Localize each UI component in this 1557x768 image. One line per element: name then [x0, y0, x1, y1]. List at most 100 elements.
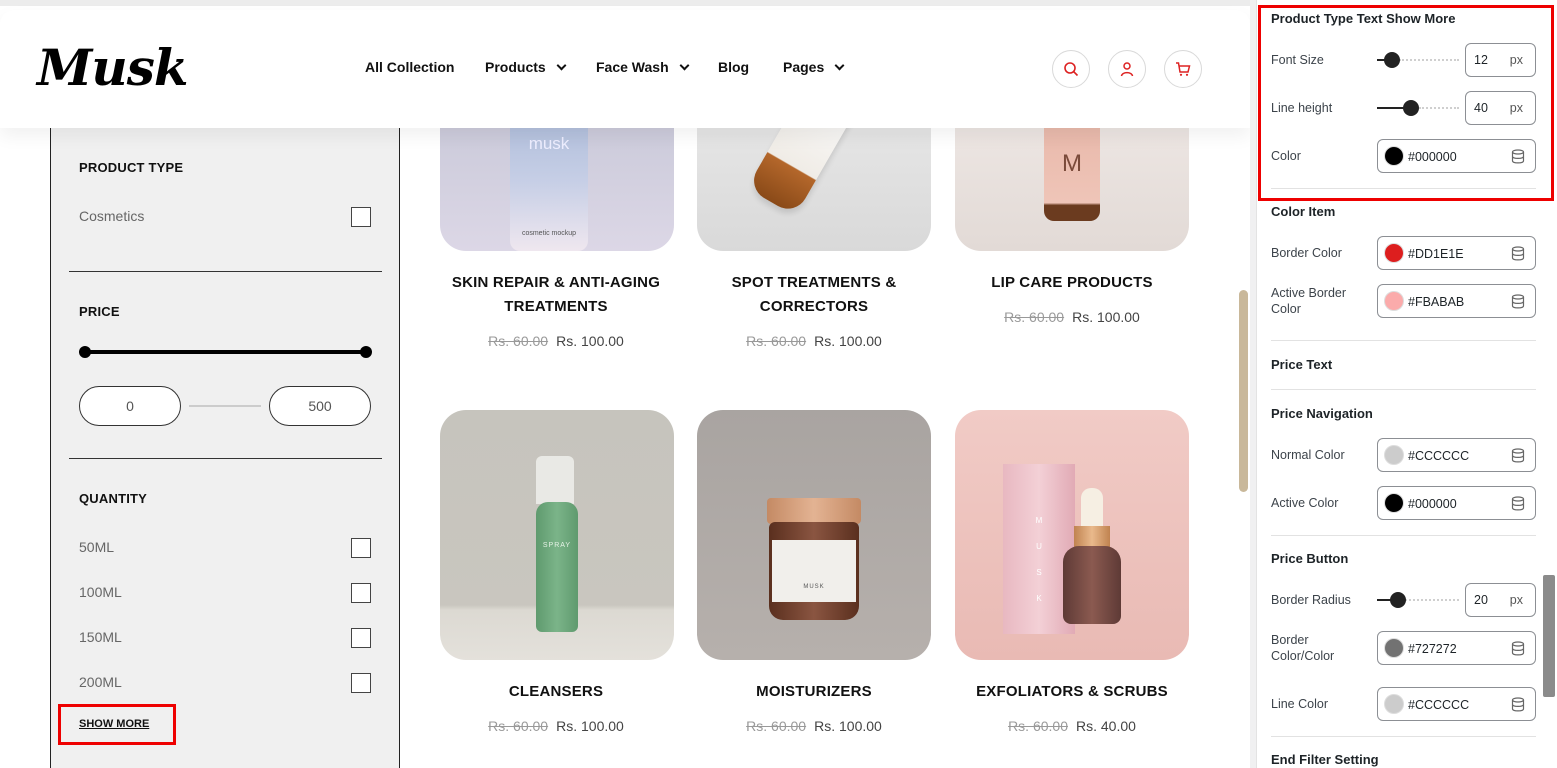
quantity-50ml-checkbox[interactable]	[351, 538, 371, 558]
quantity-200ml-checkbox[interactable]	[351, 673, 371, 693]
nav-all-collection[interactable]: All Collection	[365, 59, 454, 75]
site-header: Musk All Collection Products Face Wash B…	[0, 10, 1250, 128]
jar-lid-graphic	[767, 498, 861, 524]
color-label: Color	[1271, 149, 1301, 163]
jar-label: MUSK	[772, 540, 856, 602]
cosmetics-checkbox[interactable]	[351, 207, 371, 227]
border-radius-slider[interactable]	[1377, 592, 1459, 608]
product-name[interactable]: SPOT TREATMENTS & CORRECTORS	[689, 271, 939, 319]
database-icon[interactable]	[1511, 294, 1525, 309]
nav-blog[interactable]: Blog	[718, 59, 749, 75]
database-icon[interactable]	[1511, 448, 1525, 463]
slider-knob[interactable]	[1384, 52, 1400, 68]
current-price: Rs. 100.00	[1072, 309, 1140, 325]
preview-top-bar	[0, 0, 1250, 6]
bottle-label: SPRAY	[542, 542, 572, 549]
divider	[1271, 389, 1536, 390]
normal-color-picker[interactable]: #CCCCCC	[1377, 438, 1536, 472]
nav-products[interactable]: Products	[485, 59, 567, 75]
pump-graphic	[536, 456, 574, 504]
color-hex: #727272	[1408, 642, 1457, 656]
font-size-label: Font Size	[1271, 53, 1324, 67]
bottle-caption: cosmetic mockup	[521, 230, 577, 237]
box-letters: M U S K	[1035, 516, 1043, 603]
unit-label: px	[1509, 101, 1523, 115]
chevron-down-icon	[834, 60, 845, 70]
color-hex: #CCCCCC	[1408, 449, 1470, 463]
line-color-picker[interactable]: #CCCCCC	[1377, 687, 1536, 721]
bottle-brand: musk	[528, 134, 570, 153]
font-size-input[interactable]: 12 px	[1465, 43, 1536, 77]
font-size-slider[interactable]	[1377, 52, 1459, 68]
normal-color-label: Normal Color	[1271, 448, 1345, 462]
border-color-picker[interactable]: #DD1E1E	[1377, 236, 1536, 270]
database-icon[interactable]	[1511, 496, 1525, 511]
cart-button[interactable]	[1164, 50, 1202, 88]
product-name[interactable]: EXFOLIATORS & SCRUBS	[947, 680, 1197, 704]
app: Musk All Collection Products Face Wash B…	[0, 0, 1557, 768]
show-more-link[interactable]: SHOW MORE	[79, 718, 149, 730]
price-max-input[interactable]: 500	[269, 386, 371, 426]
quantity-100ml-checkbox[interactable]	[351, 583, 371, 603]
active-border-color-picker[interactable]: #FBABAB	[1377, 284, 1536, 318]
search-button[interactable]	[1052, 50, 1090, 88]
site-logo[interactable]: Musk	[37, 38, 188, 97]
text-color-picker[interactable]: #000000	[1377, 139, 1536, 173]
filter-option-label: Cosmetics	[79, 208, 145, 224]
divider	[69, 458, 382, 459]
filter-option-label: 200ML	[79, 674, 122, 690]
slider-knob[interactable]	[1390, 592, 1406, 608]
panel-scrollbar[interactable]	[1543, 575, 1555, 697]
divider	[1271, 340, 1536, 341]
serum-bottle-graphic	[1063, 546, 1121, 624]
nav-pages[interactable]: Pages	[783, 59, 845, 75]
chevron-down-icon	[556, 60, 567, 70]
quantity-150ml-checkbox[interactable]	[351, 628, 371, 648]
database-icon[interactable]	[1511, 149, 1525, 164]
dropper-collar-graphic	[1074, 526, 1110, 548]
button-border-color-picker[interactable]: #727272	[1377, 631, 1536, 665]
price-min-handle[interactable]	[79, 346, 91, 358]
section-title: Product Type Text Show More	[1271, 11, 1456, 26]
product-image[interactable]: MUSK	[697, 410, 931, 660]
database-icon[interactable]	[1511, 641, 1525, 656]
price-title: PRICE	[79, 304, 120, 319]
product-type-title: PRODUCT TYPE	[79, 160, 184, 175]
product-price: Rs. 60.00 Rs. 100.00	[431, 718, 681, 734]
section-title: Price Navigation	[1271, 406, 1373, 421]
price-max-handle[interactable]	[360, 346, 372, 358]
active-color-label: Active Color	[1271, 496, 1339, 510]
product-image[interactable]: M U S K	[955, 410, 1189, 660]
active-color-picker[interactable]: #000000	[1377, 486, 1536, 520]
database-icon[interactable]	[1511, 246, 1525, 261]
product-name[interactable]: CLEANSERS	[431, 680, 681, 704]
unit-label: px	[1509, 53, 1523, 67]
price-min-input[interactable]: 0	[79, 386, 181, 426]
old-price: Rs. 60.00	[746, 718, 807, 734]
product-name[interactable]: SKIN REPAIR & ANTI-AGING TREATMENTS	[431, 271, 681, 319]
slider-track	[1399, 59, 1459, 61]
product-name[interactable]: MOISTURIZERS	[689, 680, 939, 704]
current-price: Rs. 100.00	[814, 718, 882, 734]
current-price: Rs. 40.00	[1076, 718, 1136, 734]
nav-face-wash[interactable]: Face Wash	[596, 59, 690, 75]
border-radius-input[interactable]: 20 px	[1465, 583, 1536, 617]
input-value: 40	[1474, 101, 1488, 115]
line-height-input[interactable]: 40 px	[1465, 91, 1536, 125]
color-swatch	[1384, 445, 1404, 465]
line-height-slider[interactable]	[1377, 100, 1459, 116]
store-preview: Musk All Collection Products Face Wash B…	[0, 0, 1250, 768]
filter-sidebar: PRODUCT TYPE Cosmetics PRICE 0 500 QUANT…	[50, 100, 400, 768]
preview-scrollbar[interactable]	[1239, 290, 1248, 492]
section-title[interactable]: Price Text	[1271, 357, 1332, 372]
database-icon[interactable]	[1511, 697, 1525, 712]
divider	[1271, 188, 1536, 189]
product-name[interactable]: LIP CARE PRODUCTS	[947, 271, 1197, 295]
account-button[interactable]	[1108, 50, 1146, 88]
current-price: Rs. 100.00	[556, 718, 624, 734]
color-hex: #CCCCCC	[1408, 698, 1470, 712]
slider-knob[interactable]	[1403, 100, 1419, 116]
bottle-letter: M	[1062, 150, 1082, 177]
price-range-slider[interactable]	[85, 350, 367, 354]
product-image[interactable]: SPRAY	[440, 410, 674, 660]
